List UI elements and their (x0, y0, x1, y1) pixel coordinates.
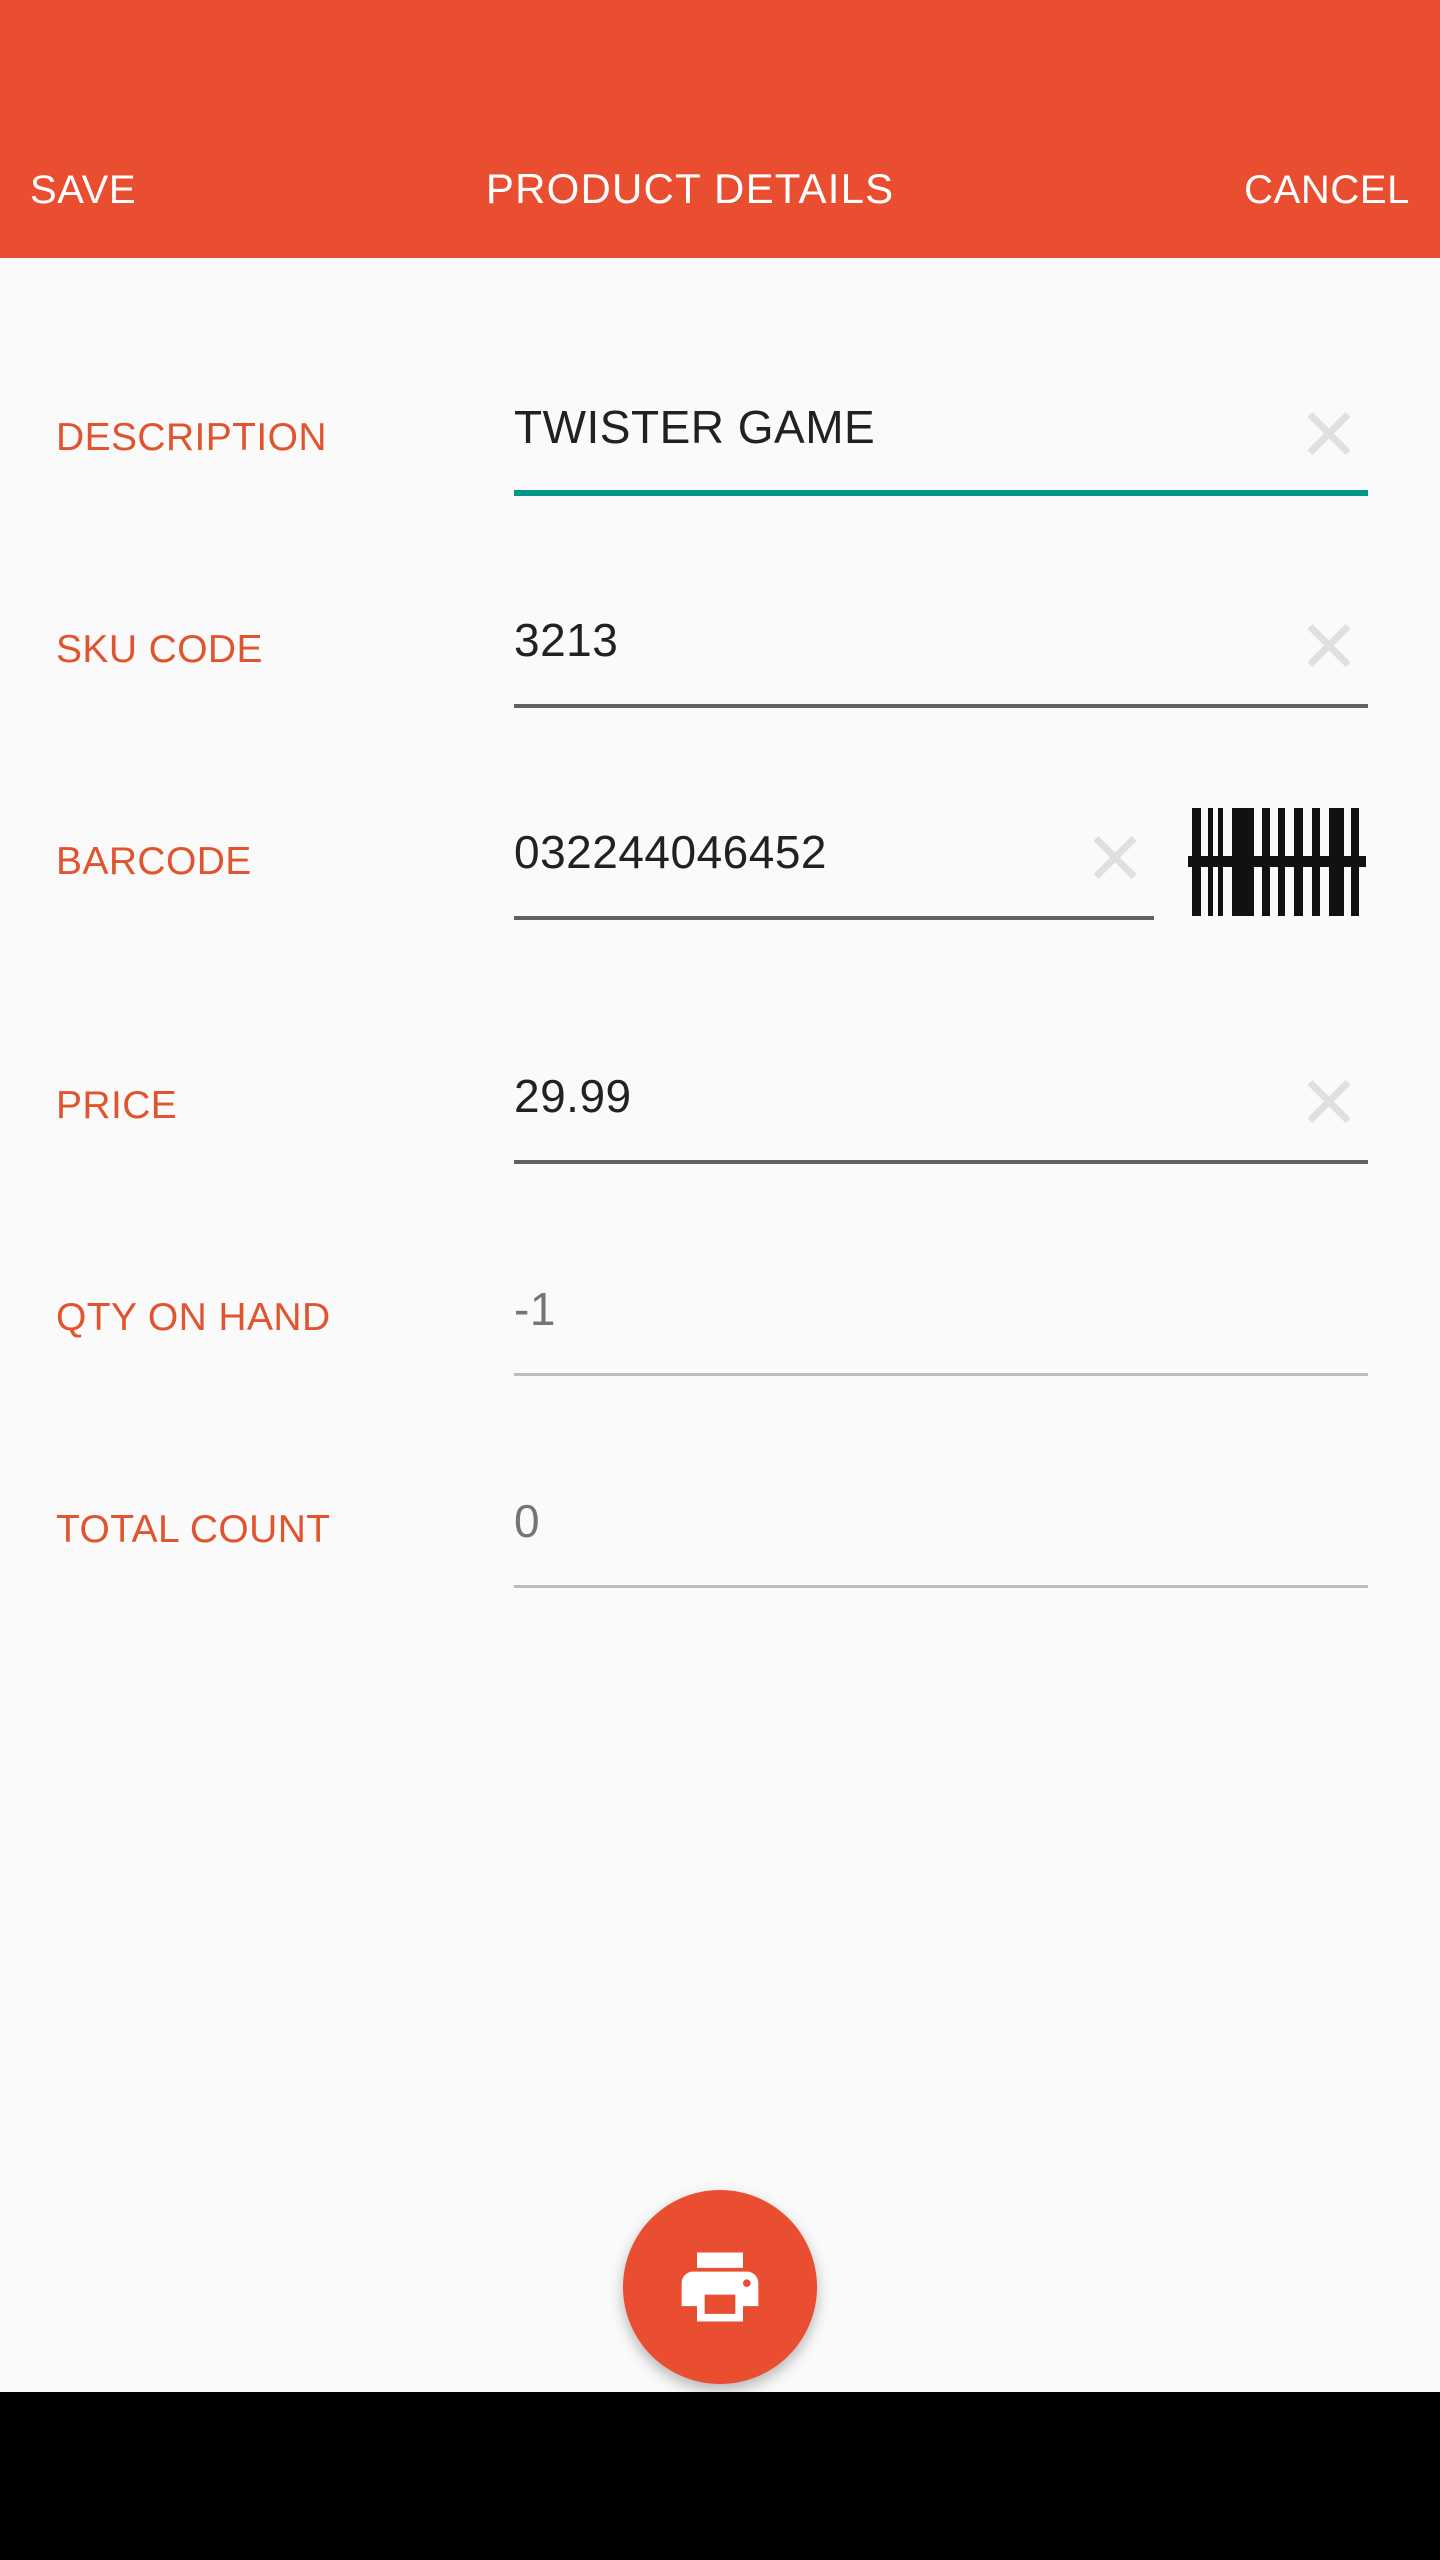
field-label-qty-on-hand: QTY ON HAND (56, 1296, 331, 1339)
system-navigation-bar (0, 2392, 1440, 2560)
field-control-price (514, 1014, 1368, 1164)
input-underline-qty-on-hand (514, 1258, 1368, 1376)
input-underline-total-count (514, 1470, 1368, 1588)
clear-price-icon[interactable] (1300, 1072, 1358, 1130)
field-label-description: DESCRIPTION (56, 416, 327, 459)
field-control-description (514, 346, 1368, 496)
qty-on-hand-input[interactable] (514, 1281, 1278, 1350)
barcode-scan-icon[interactable] (1188, 806, 1366, 918)
field-qty-on-hand: QTY ON HAND (0, 1226, 1440, 1376)
app-bar: SAVE PRODUCT DETAILS CANCEL (0, 0, 1440, 258)
field-control-sku-code (514, 558, 1368, 708)
field-price: PRICE (0, 1014, 1440, 1164)
price-input[interactable] (514, 1069, 1278, 1137)
page-title: PRODUCT DETAILS (485, 165, 895, 212)
input-underline-barcode (514, 802, 1154, 920)
field-label-price: PRICE (56, 1084, 178, 1127)
print-fab-button[interactable] (623, 2190, 817, 2384)
input-underline-sku-code (514, 590, 1368, 708)
save-button[interactable]: SAVE (30, 170, 136, 210)
field-label-total-count: TOTAL COUNT (56, 1508, 331, 1551)
field-control-total-count (514, 1438, 1368, 1588)
field-label-barcode: BARCODE (56, 840, 252, 883)
field-total-count: TOTAL COUNT (0, 1438, 1440, 1588)
cancel-button[interactable]: CANCEL (1244, 170, 1410, 210)
field-sku-code: SKU CODE (0, 558, 1440, 708)
field-control-qty-on-hand (514, 1226, 1368, 1376)
sku-code-input[interactable] (514, 613, 1278, 681)
description-input[interactable] (514, 400, 1278, 468)
clear-sku-code-icon[interactable] (1300, 616, 1358, 674)
field-barcode: BARCODE (0, 770, 1440, 920)
field-label-sku-code: SKU CODE (56, 628, 263, 671)
clear-barcode-icon[interactable] (1086, 828, 1144, 886)
barcode-input[interactable] (514, 825, 1064, 893)
product-details-screen: SAVE PRODUCT DETAILS CANCEL DESCRIPTION … (0, 0, 1440, 2560)
input-underline-description (514, 378, 1368, 496)
field-control-barcode (514, 770, 1154, 920)
total-count-input[interactable] (514, 1493, 1278, 1562)
printer-icon (674, 2241, 766, 2333)
input-underline-price (514, 1046, 1368, 1164)
field-description: DESCRIPTION (0, 346, 1440, 496)
clear-description-icon[interactable] (1300, 404, 1358, 462)
